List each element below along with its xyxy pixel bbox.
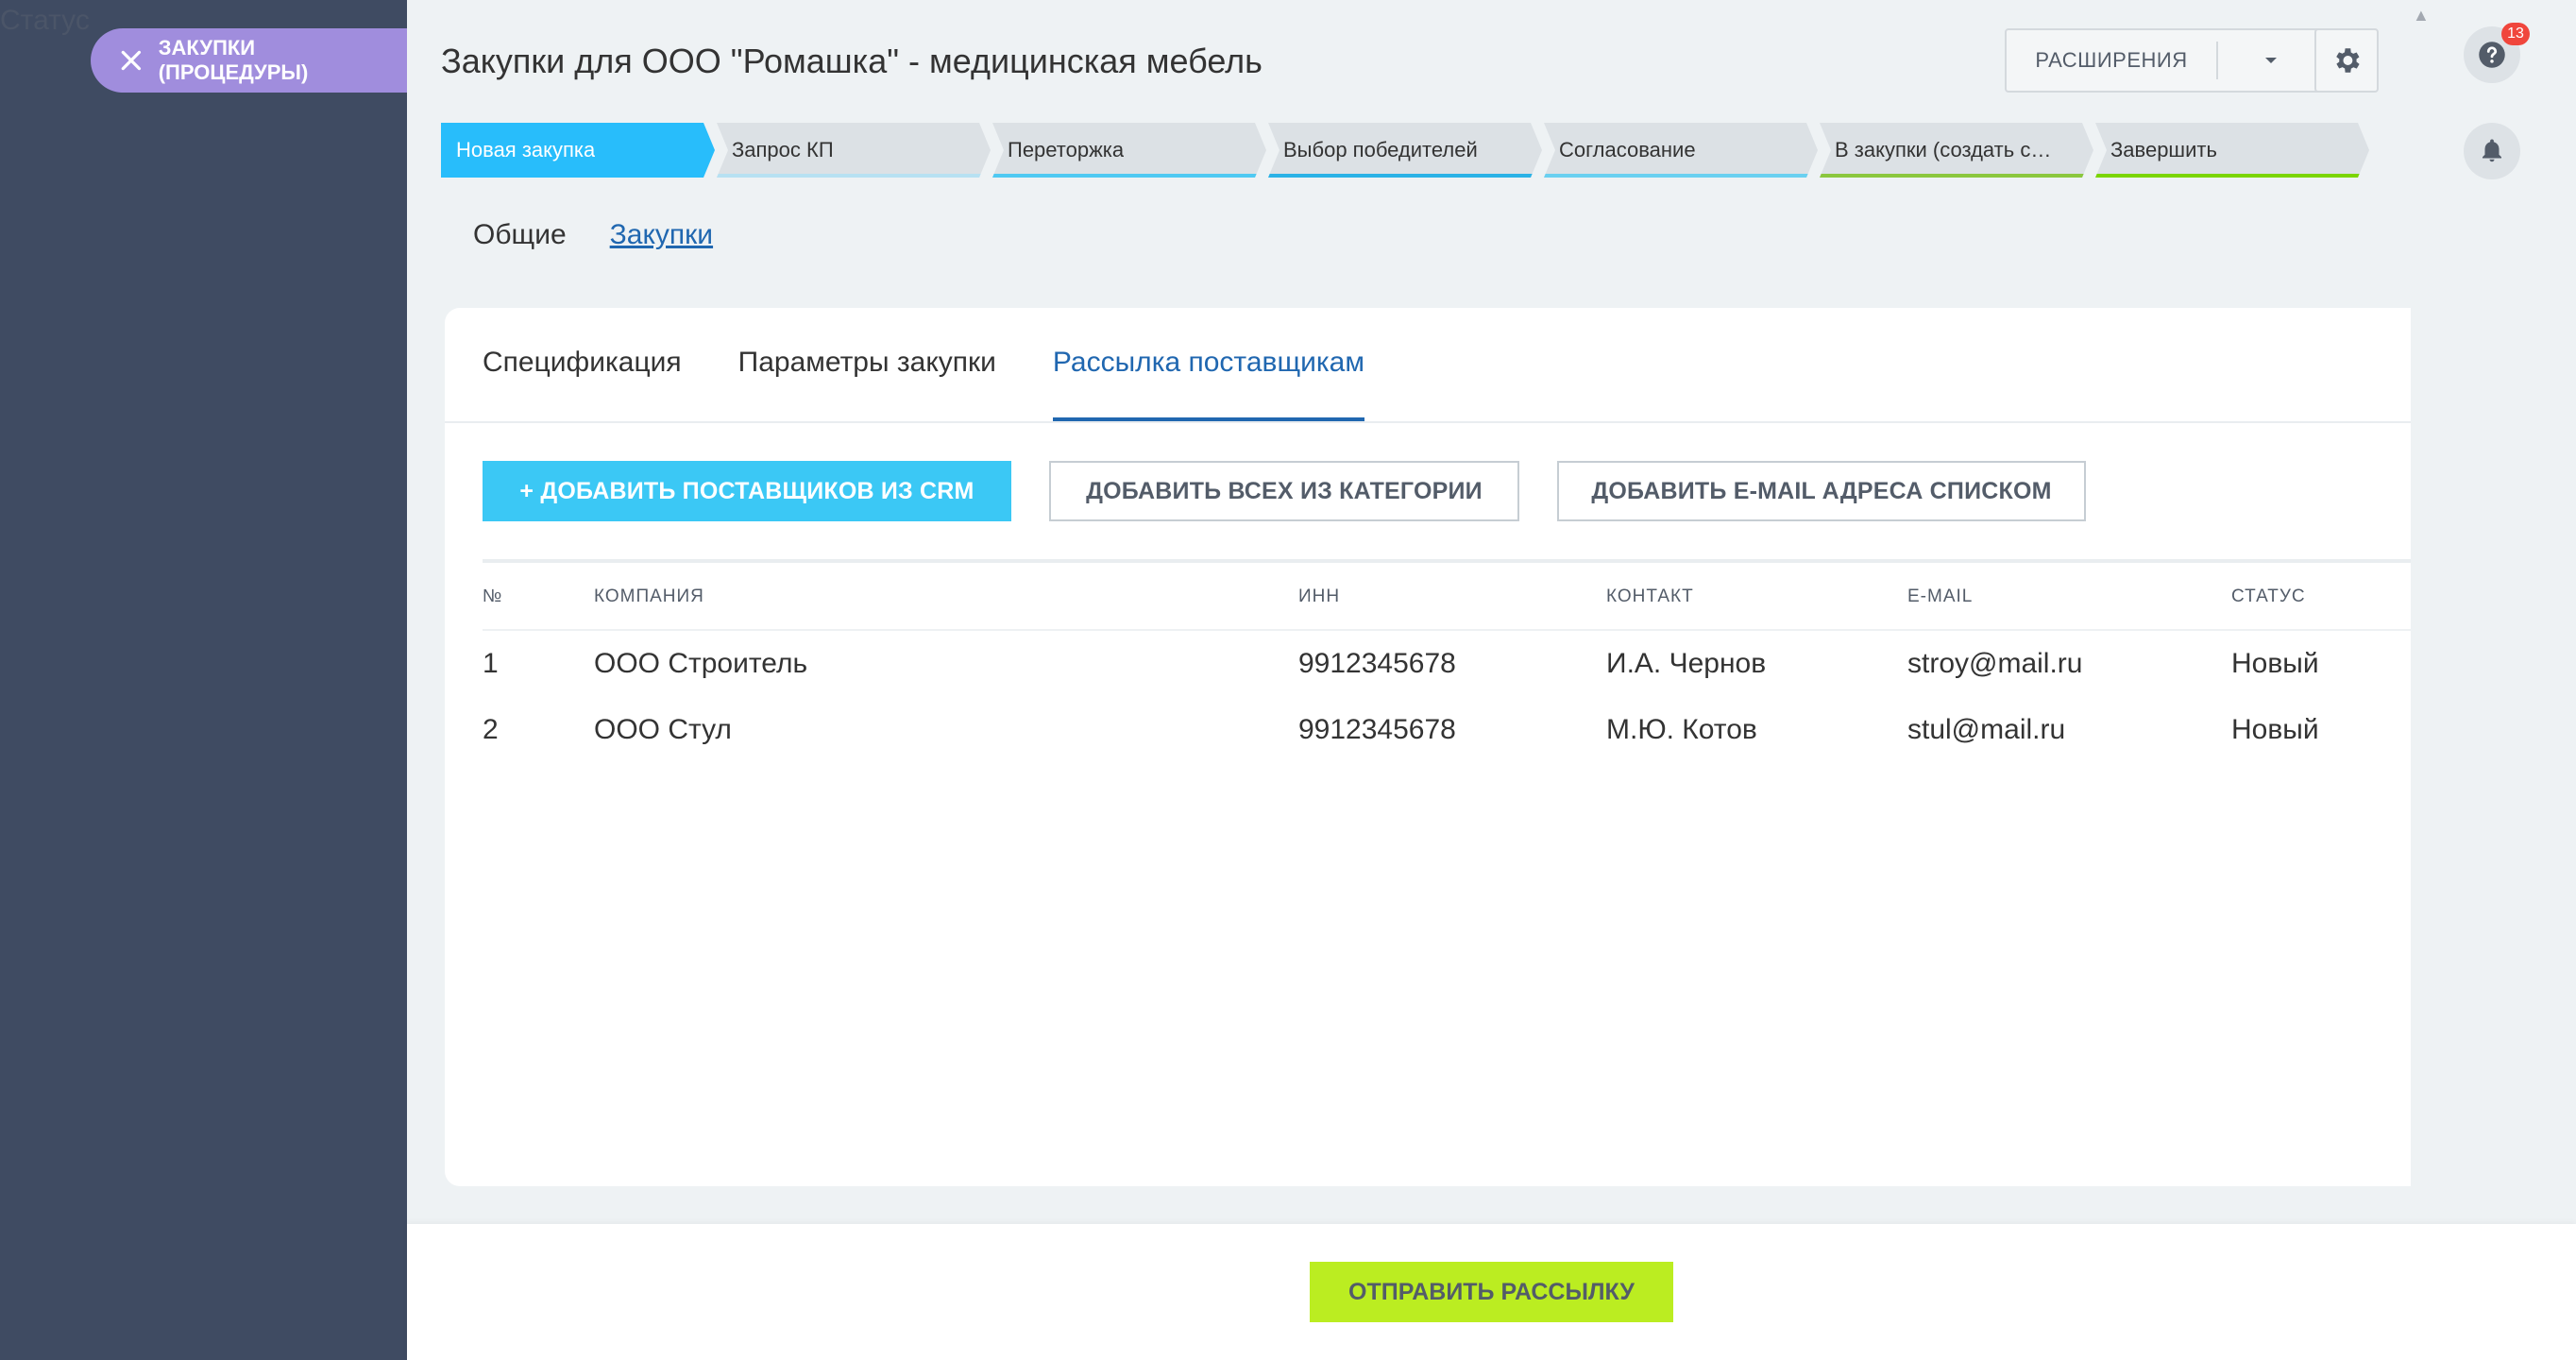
stage-label: Переторжка	[1008, 138, 1125, 162]
cell-email: stul@mail.ru	[1907, 714, 2066, 745]
cell-inn: 9912345678	[1298, 648, 1456, 679]
bell-icon	[2483, 139, 2501, 162]
cell-contact: И.А. Чернов	[1606, 648, 1767, 679]
stage-new[interactable]: Новая закупка	[441, 123, 715, 178]
slider-panel: Закупки для ООО "Ромашка" - медицинская …	[407, 0, 2576, 1360]
tab-specification[interactable]: Спецификация	[483, 308, 682, 421]
stage-color-bar	[1820, 174, 2084, 178]
stage-rebidding[interactable]: Переторжка	[992, 123, 1266, 178]
page-title: Закупки для ООО "Ромашка" - медицинская …	[441, 42, 1263, 80]
cell-num: 1	[483, 648, 499, 679]
background-status-label: Статус	[0, 5, 90, 36]
add-suppliers-crm-button[interactable]: + ДОБАВИТЬ ПОСТАВЩИКОВ ИЗ CRM	[483, 461, 1011, 521]
stage-label: Новая закупка	[456, 138, 596, 162]
card-tabs: Спецификация Параметры закупки Рассылка …	[483, 308, 1364, 421]
mailing-actions: + ДОБАВИТЬ ПОСТАВЩИКОВ ИЗ CRM ДОБАВИТЬ В…	[483, 461, 2086, 521]
stage-bar: Новая закупка Запрос КП Переторжка Выбор…	[441, 123, 2377, 178]
cell-company: ООО Строитель	[594, 648, 808, 679]
notifications-button[interactable]	[2464, 123, 2520, 179]
right-tool-strip	[2411, 0, 2576, 1228]
stage-label: Завершить	[2110, 138, 2217, 162]
tab-purchases[interactable]: Закупки	[610, 219, 713, 251]
table-row: 2 ООО Стул 9912345678 М.Ю. Котов stul@ma…	[483, 697, 2484, 763]
stage-to-purchases[interactable]: В закупки (создать сде...	[1820, 123, 2093, 178]
cell-company: ООО Стул	[594, 714, 732, 745]
col-company-header: КОМПАНИЯ	[594, 586, 704, 606]
close-slider-label: ЗАКУПКИ (ПРОЦЕДУРЫ)	[158, 36, 309, 84]
cell-num: 2	[483, 714, 499, 745]
cell-inn: 9912345678	[1298, 714, 1456, 745]
settings-button[interactable]	[2314, 28, 2379, 93]
stage-label: Согласование	[1559, 138, 1696, 162]
stage-color-bar	[1544, 174, 1808, 178]
chevron-down-icon[interactable]	[2218, 56, 2324, 65]
table-row: 1 ООО Строитель 9912345678 И.А. Чернов s…	[483, 631, 2484, 697]
send-mailing-button[interactable]: ОТПРАВИТЬ РАССЫЛКУ	[1310, 1262, 1673, 1322]
page-tabs: Общие Закупки	[473, 219, 713, 251]
stage-label: Запрос КП	[732, 138, 834, 162]
col-contact-header: КОНТАКТ	[1606, 586, 1694, 606]
tabs-divider	[445, 421, 2522, 423]
scroll-up-icon[interactable]: ▲	[2413, 6, 2430, 26]
col-status-header: СТАТУС	[2231, 586, 2306, 606]
extensions-dropdown[interactable]: РАСШИРЕНИЯ	[2005, 28, 2326, 93]
add-email-list-button[interactable]: ДОБАВИТЬ E-MAIL АДРЕСА СПИСКОМ	[1557, 461, 2086, 521]
stage-label: Выбор победителей	[1283, 138, 1478, 162]
col-num-header: №	[483, 586, 503, 606]
stage-winners[interactable]: Выбор победителей	[1268, 123, 1542, 178]
cell-status: Новый	[2231, 714, 2319, 745]
suppliers-table: № КОМПАНИЯ ИНН КОНТАКТ E-MAIL СТАТУС 1 О…	[483, 559, 2484, 763]
col-inn-header: ИНН	[1298, 586, 1341, 606]
stage-approval[interactable]: Согласование	[1544, 123, 1818, 178]
tab-supplier-mailing[interactable]: Рассылка поставщикам	[1052, 308, 1364, 421]
stage-color-bar	[992, 174, 1257, 178]
stage-request-offer[interactable]: Запрос КП	[717, 123, 991, 178]
stage-color-bar	[1268, 174, 1533, 178]
stage-finish[interactable]: Завершить	[2095, 123, 2369, 178]
mailing-card: Спецификация Параметры закупки Рассылка …	[445, 308, 2522, 1186]
app-root: Статус ЗАКУПКИ (ПРОЦЕДУРЫ) Закупки для О…	[0, 0, 2576, 1360]
footer-bar: ОТПРАВИТЬ РАССЫЛКУ	[407, 1224, 2576, 1360]
extensions-label: РАСШИРЕНИЯ	[2035, 48, 2188, 72]
add-all-category-button[interactable]: ДОБАВИТЬ ВСЕХ ИЗ КАТЕГОРИИ	[1049, 461, 1519, 521]
gear-icon	[2336, 48, 2360, 73]
stage-color-bar	[2095, 174, 2360, 178]
cell-status: Новый	[2231, 648, 2319, 679]
tab-general[interactable]: Общие	[473, 219, 567, 251]
question-icon	[2479, 42, 2505, 68]
stage-label: В закупки (создать сде...	[1835, 138, 2061, 162]
tab-purchase-params[interactable]: Параметры закупки	[738, 308, 996, 421]
help-notification-badge: 13	[2501, 23, 2530, 45]
close-icon	[121, 50, 142, 71]
stage-color-bar	[441, 174, 705, 178]
close-slider-button[interactable]: ЗАКУПКИ (ПРОЦЕДУРЫ)	[91, 28, 408, 93]
cell-contact: М.Ю. Котов	[1606, 714, 1757, 745]
col-email-header: E-MAIL	[1907, 586, 1974, 606]
cell-email: stroy@mail.ru	[1907, 648, 2083, 679]
stage-color-bar	[717, 174, 981, 178]
table-header: № КОМПАНИЯ ИНН КОНТАКТ E-MAIL СТАТУС	[483, 563, 2484, 631]
